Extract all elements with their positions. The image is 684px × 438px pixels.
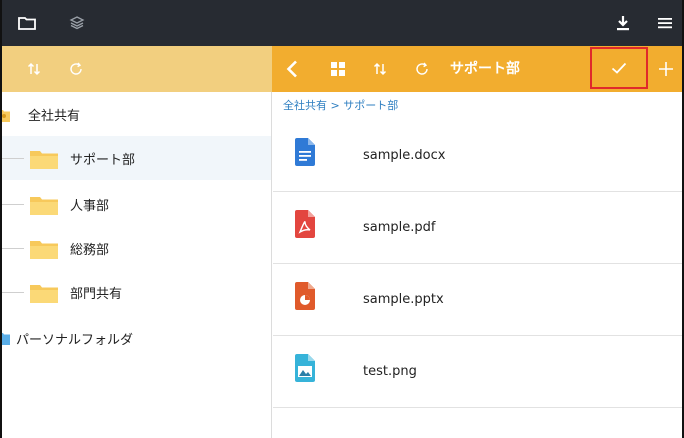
folder-outline-icon[interactable] <box>14 0 40 46</box>
tree-item-label: サポート部 <box>70 152 136 168</box>
file-list: 全社共有 > サポート部 sample.docx sample.pdf samp… <box>273 92 682 438</box>
folder-icon <box>30 195 58 219</box>
file-row-docx[interactable]: sample.docx <box>273 120 682 192</box>
image-file-icon <box>295 354 315 382</box>
folder-icon <box>30 239 58 263</box>
tree-connector <box>2 292 24 293</box>
tree-item-label: 部門共有 <box>70 286 123 302</box>
file-name: test.png <box>363 364 417 379</box>
file-name: sample.pptx <box>363 292 444 307</box>
folder-icon <box>30 283 58 307</box>
top-toolbar <box>2 0 682 46</box>
sort-icon[interactable] <box>368 46 392 92</box>
tree-item-label: 全社共有 <box>28 108 81 124</box>
file-name: sample.docx <box>363 148 446 163</box>
tree-item-support[interactable]: サポート部 <box>2 136 271 180</box>
tree-item-hr[interactable]: 人事部 <box>2 182 271 226</box>
tree-item-shared[interactable]: 全社共有 <box>2 92 271 136</box>
powerpoint-document-icon <box>295 282 315 310</box>
tree-connector <box>2 204 24 205</box>
refresh-icon[interactable] <box>410 46 434 92</box>
grid-view-icon[interactable] <box>326 46 350 92</box>
app-window: サポート部 全社共有 サポート部 人事部 総務部 部門共有 パーソナルフォルダ … <box>0 0 684 438</box>
current-folder-title: サポート部 <box>450 61 520 77</box>
tree-item-label: 総務部 <box>70 242 110 258</box>
personal-folder-icon <box>2 330 10 350</box>
word-document-icon <box>295 138 315 166</box>
file-row-png[interactable]: test.png <box>273 336 682 408</box>
tree-item-general-affairs[interactable]: 総務部 <box>2 226 271 270</box>
checkmark-icon <box>611 59 627 78</box>
tree-item-department-shared[interactable]: 部門共有 <box>2 270 271 314</box>
back-chevron-icon[interactable] <box>280 46 304 92</box>
tree-item-label: パーソナルフォルダ <box>16 332 134 348</box>
shared-folder-icon <box>2 107 10 127</box>
pdf-document-icon <box>295 210 315 238</box>
tree-connector <box>2 158 24 159</box>
tree-item-personal-folder[interactable]: パーソナルフォルダ <box>2 316 271 360</box>
refresh-icon[interactable] <box>64 46 88 92</box>
menu-icon[interactable] <box>652 0 678 46</box>
file-name: sample.pdf <box>363 220 436 235</box>
download-icon[interactable] <box>610 0 636 46</box>
layers-icon[interactable] <box>64 0 90 46</box>
plus-icon[interactable] <box>654 46 678 92</box>
sort-icon[interactable] <box>22 46 46 92</box>
file-row-pptx[interactable]: sample.pptx <box>273 264 682 336</box>
tree-connector <box>2 248 24 249</box>
folder-tree: 全社共有 サポート部 人事部 総務部 部門共有 パーソナルフォルダ <box>2 92 272 438</box>
file-list-toolbar: サポート部 <box>272 46 682 92</box>
select-checkmark-button[interactable] <box>590 47 648 89</box>
file-row-pdf[interactable]: sample.pdf <box>273 192 682 264</box>
folder-icon <box>30 149 58 173</box>
folder-tree-toolbar <box>2 46 272 92</box>
tree-item-label: 人事部 <box>70 198 110 214</box>
breadcrumb[interactable]: 全社共有 > サポート部 <box>283 92 398 120</box>
